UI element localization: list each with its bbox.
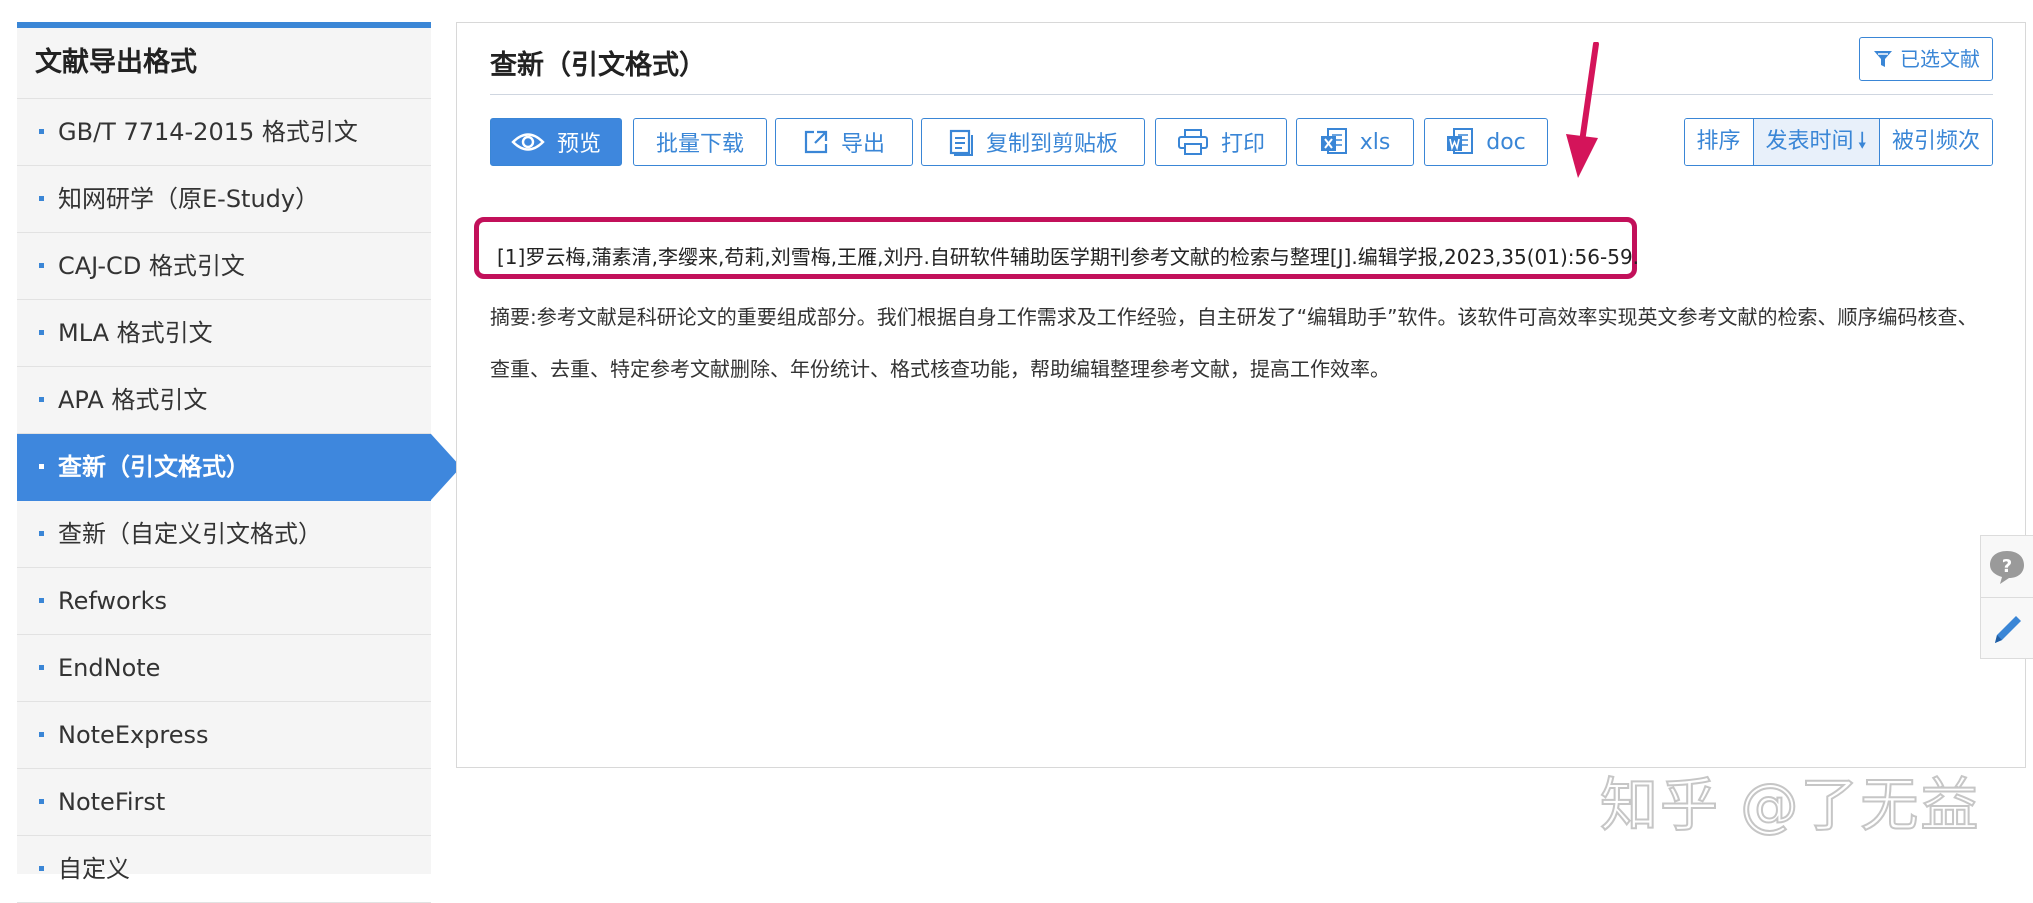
sidebar-item-cajcd[interactable]: CAJ-CD 格式引文 <box>17 233 431 300</box>
sidebar-item-estudy[interactable]: 知网研学（原E-Study） <box>17 166 431 233</box>
pencil-icon <box>1995 615 2021 643</box>
print-button[interactable]: 打印 <box>1155 118 1287 166</box>
page-title: 查新（引文格式） <box>490 50 706 81</box>
bullet-icon <box>39 865 44 871</box>
preview-label: 预览 <box>556 132 601 157</box>
export-format-sidebar: 文献导出格式 GB/T 7714-2015 格式引文 知网研学（原E-Study… <box>17 22 461 903</box>
word-file-icon <box>1447 128 1474 154</box>
sidebar-item-custom[interactable]: 自定义 <box>17 836 431 903</box>
abstract-line: 查重、去重、特定参考文献删除、年份统计、格式核查功能，帮助编辑整理参考文献，提高… <box>490 357 1390 381</box>
export-icon <box>804 130 828 154</box>
export-label: 导出 <box>840 132 885 157</box>
copy-label: 复制到剪贴板 <box>985 132 1118 157</box>
bullet-icon <box>39 329 44 335</box>
preview-button[interactable]: 预览 <box>490 118 622 166</box>
selected-literature-label: 已选文献 <box>1900 47 1980 71</box>
bullet-icon <box>39 195 44 201</box>
bullet-icon <box>39 463 44 469</box>
sidebar-item-label: 查新（引文格式） <box>58 453 250 481</box>
sidebar-item-label: 知网研学（原E-Study） <box>58 185 320 213</box>
sidebar-item-label: GB/T 7714-2015 格式引文 <box>58 118 358 146</box>
citation-panel: 查新（引文格式） 已选文献 预览 批量下载 导出 复制到剪贴板 打印 xls d… <box>456 22 2026 768</box>
sidebar-item-label: EndNote <box>58 654 161 682</box>
sidebar-item-apa[interactable]: APA 格式引文 <box>17 367 431 434</box>
xls-label: xls <box>1359 129 1391 155</box>
copy-to-clipboard-button[interactable]: 复制到剪贴板 <box>921 118 1145 166</box>
sidebar-item-label: MLA 格式引文 <box>58 319 213 347</box>
eye-icon <box>511 133 545 151</box>
feedback-button[interactable] <box>1981 597 2033 659</box>
toolbar: 预览 批量下载 导出 复制到剪贴板 打印 xls doc 排序 发表时间 🠗 被… <box>490 118 1993 166</box>
sidebar-item-label: 自定义 <box>58 855 130 883</box>
title-divider <box>490 94 1993 95</box>
abstract: 摘要:参考文献是科研论文的重要组成部分。我们根据自身工作需求及工作经验，自主研发… <box>490 291 1990 395</box>
sort-by-citations-button[interactable]: 被引频次 <box>1878 119 1992 165</box>
export-doc-button[interactable]: doc <box>1424 118 1548 166</box>
doc-label: doc <box>1486 129 1526 155</box>
question-bubble-icon: ? <box>1990 550 2024 584</box>
sidebar-title: 文献导出格式 <box>17 28 431 99</box>
sidebar-item-noteexpress[interactable]: NoteExpress <box>17 702 431 769</box>
arrow-down-icon: 🠗 <box>1857 129 1867 154</box>
export-xls-button[interactable]: xls <box>1296 118 1414 166</box>
annotation-arrow-icon <box>1566 42 1599 178</box>
help-button[interactable]: ? <box>1981 536 2033 597</box>
abstract-line: 摘要:参考文献是科研论文的重要组成部分。我们根据自身工作需求及工作经验，自主研发… <box>490 305 1978 329</box>
sidebar-item-label: APA 格式引文 <box>58 386 208 414</box>
sidebar-item-label: CAJ-CD 格式引文 <box>58 252 245 280</box>
sort-by-date-button[interactable]: 发表时间 🠗 <box>1752 119 1879 165</box>
bullet-icon <box>39 128 44 134</box>
print-label: 打印 <box>1220 132 1265 157</box>
printer-icon <box>1177 129 1208 155</box>
bullet-icon <box>39 597 44 603</box>
sidebar-item-mla[interactable]: MLA 格式引文 <box>17 300 431 367</box>
batch-download-button[interactable]: 批量下载 <box>633 118 767 166</box>
sidebar-item-label: 查新（自定义引文格式） <box>58 520 322 548</box>
sort-by-date-label: 发表时间 <box>1765 129 1854 154</box>
excel-file-icon <box>1320 128 1347 154</box>
svg-text:?: ? <box>2002 556 2012 577</box>
sidebar-item-label: Refworks <box>58 587 167 615</box>
selected-literature-button[interactable]: 已选文献 <box>1859 37 1993 81</box>
bullet-icon <box>39 664 44 670</box>
sidebar-item-novelty-citation[interactable]: 查新（引文格式） <box>17 434 461 501</box>
watermark: 知乎 @了无益 <box>1599 770 1981 840</box>
bullet-icon <box>39 262 44 268</box>
sidebar-item-endnote[interactable]: EndNote <box>17 635 431 702</box>
sidebar-item-label: NoteFirst <box>58 788 166 816</box>
sidebar-item-refworks[interactable]: Refworks <box>17 568 431 635</box>
filter-icon <box>1874 51 1892 67</box>
bullet-icon <box>39 731 44 737</box>
batch-download-label: 批量下载 <box>655 132 744 157</box>
floating-tools: ? <box>1980 535 2033 659</box>
bullet-icon <box>39 396 44 402</box>
sidebar-item-label: NoteExpress <box>58 721 209 749</box>
bullet-icon <box>39 530 44 536</box>
sidebar-item-notefirst[interactable]: NoteFirst <box>17 769 431 836</box>
sort-label: 排序 <box>1684 119 1753 165</box>
export-button[interactable]: 导出 <box>775 118 913 166</box>
sidebar-item-novelty-custom[interactable]: 查新（自定义引文格式） <box>17 501 431 568</box>
sort-group: 排序 发表时间 🠗 被引频次 <box>1683 118 1993 166</box>
citation-entry: [1]罗云梅,蒲素清,李缨来,苟莉,刘雪梅,王雁,刘丹.自研软件辅助医学期刊参考… <box>497 245 1640 269</box>
bullet-icon <box>39 798 44 804</box>
clipboard-icon <box>949 129 973 156</box>
sidebar-item-gbt7714[interactable]: GB/T 7714-2015 格式引文 <box>17 99 431 166</box>
